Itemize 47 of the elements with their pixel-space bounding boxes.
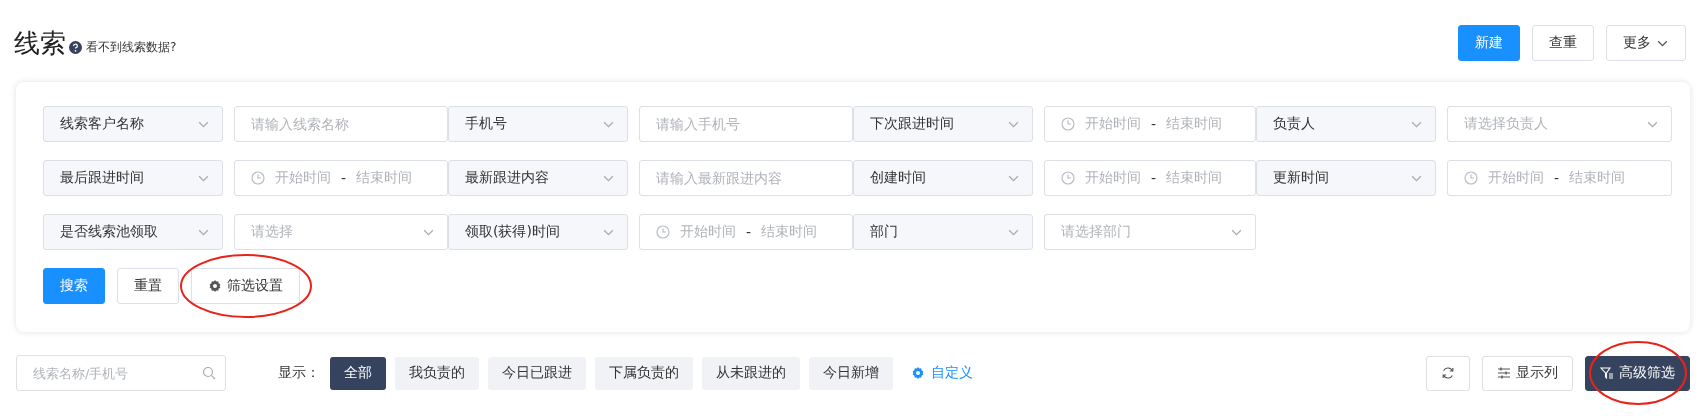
field-select[interactable]: 手机号 — [448, 106, 628, 142]
field-select[interactable]: 是否线索池领取 — [43, 214, 223, 250]
view-label: 显示： — [278, 364, 320, 382]
field-select[interactable]: 领取(获得)时间 — [448, 214, 628, 250]
text-field[interactable]: 请输入线索名称 — [234, 106, 448, 142]
view-tab[interactable]: 从未跟进的 — [702, 356, 800, 390]
gear-icon — [911, 366, 925, 380]
clock-icon — [251, 171, 265, 185]
more-dropdown-button[interactable]: 更多 — [1606, 25, 1686, 61]
field-select[interactable]: 线索客户名称 — [43, 106, 223, 142]
field-select[interactable]: 最新跟进内容 — [448, 160, 628, 196]
reset-button[interactable]: 重置 — [117, 268, 179, 304]
date-range-field[interactable]: 开始时间 - 结束时间 — [1044, 160, 1256, 196]
text-field[interactable]: 请输入最新跟进内容 — [639, 160, 853, 196]
clock-icon — [1464, 171, 1478, 185]
text-field[interactable]: 请输入手机号 — [639, 106, 853, 142]
view-tab[interactable]: 我负责的 — [395, 356, 479, 390]
view-tab[interactable]: 下属负责的 — [595, 356, 693, 390]
view-tab[interactable]: 今日已跟进 — [488, 356, 586, 390]
view-tab[interactable]: 今日新增 — [809, 356, 893, 390]
sliders-icon — [1497, 366, 1511, 380]
field-select[interactable]: 最后跟进时间 — [43, 160, 223, 196]
date-range-field[interactable]: 开始时间 - 结束时间 — [1044, 106, 1256, 142]
advanced-filter-button[interactable]: 高级筛选 — [1585, 355, 1690, 391]
refresh-icon — [1441, 366, 1455, 380]
search-field[interactable]: 线索名称/手机号 — [16, 355, 226, 391]
field-select[interactable]: 负责人 — [1256, 106, 1436, 142]
page-title: 线索 — [14, 26, 66, 60]
clock-icon — [1061, 171, 1075, 185]
field-select[interactable]: 创建时间 — [853, 160, 1033, 196]
filter-icon — [1600, 366, 1614, 380]
view-tab[interactable]: 全部 — [330, 356, 386, 390]
gear-icon — [208, 279, 222, 293]
date-range-field[interactable]: 开始时间 - 结束时间 — [234, 160, 448, 196]
field-select[interactable]: 更新时间 — [1256, 160, 1436, 196]
date-range-field[interactable]: 开始时间 - 结束时间 — [639, 214, 853, 250]
columns-button[interactable]: 显示列 — [1482, 355, 1573, 391]
filter-settings-button[interactable]: 筛选设置 — [191, 268, 300, 304]
clock-icon — [1061, 117, 1075, 131]
duplicate-check-button[interactable]: 查重 — [1532, 25, 1594, 61]
field-select[interactable]: 下次跟进时间 — [853, 106, 1033, 142]
clock-icon — [656, 225, 670, 239]
search-icon — [202, 366, 216, 380]
field-select[interactable]: 部门 — [853, 214, 1033, 250]
help-link[interactable]: 看不到线索数据? — [86, 38, 177, 56]
date-range-field[interactable]: 开始时间 - 结束时间 — [1447, 160, 1672, 196]
help-icon[interactable] — [69, 40, 82, 54]
